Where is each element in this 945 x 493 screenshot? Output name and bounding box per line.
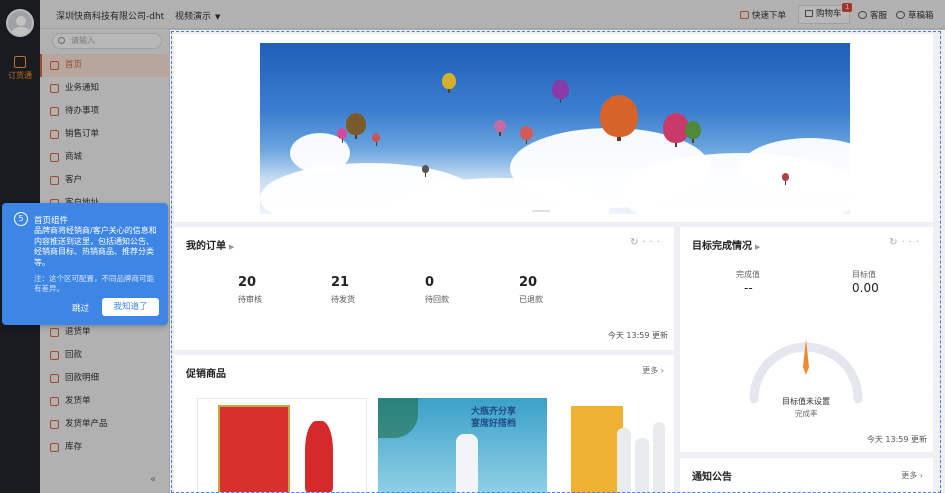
sidebar-item-label: 库存: [65, 442, 83, 452]
tooltip-title: 首页组件: [34, 216, 69, 226]
headset-icon: [858, 11, 867, 19]
sidebar-item[interactable]: 库存: [40, 436, 170, 459]
menu-icon: [50, 328, 59, 337]
search-input[interactable]: 请输入: [52, 33, 162, 49]
sidebar-item[interactable]: 发货单产品: [40, 413, 170, 436]
quick-order-icon: [740, 11, 749, 19]
search-icon: [58, 37, 65, 44]
sidebar-item-label: 发货单: [65, 396, 91, 406]
top-bar: 深圳快商科技有限公司-dht 视频演示 ▼ 快速下单 购物车 1 客服 草稿箱: [40, 0, 945, 29]
sidebar-item-label: 发货单产品: [65, 419, 108, 429]
menu-icon: [50, 420, 59, 429]
sidebar-item[interactable]: 业务通知: [40, 77, 170, 100]
menu-icon: [50, 84, 59, 93]
video-demo-dropdown[interactable]: 视频演示 ▼: [175, 9, 220, 22]
menu-icon: [50, 176, 59, 185]
sidebar-item[interactable]: 回款明细: [40, 367, 170, 390]
collapse-icon[interactable]: «: [150, 474, 156, 485]
menu-icon: [50, 351, 59, 360]
cart-icon: [805, 10, 813, 17]
sidebar-item[interactable]: 发货单: [40, 390, 170, 413]
app-icon: [14, 56, 26, 68]
app-dinghuotong[interactable]: 订货通: [0, 54, 40, 88]
sidebar-item-label: 退货单: [65, 327, 91, 337]
step-number: 5: [14, 212, 28, 226]
skip-button[interactable]: 跳过: [72, 302, 89, 314]
chevron-down-icon: ▼: [215, 13, 221, 21]
menu-icon: [50, 130, 59, 139]
menu-icon: [50, 443, 59, 452]
sidebar-item-label: 回款: [65, 350, 83, 360]
menu-icon: [50, 374, 59, 383]
menu-icon: [50, 107, 59, 116]
menu-icon: [50, 153, 59, 162]
sidebar-item[interactable]: 首页: [40, 54, 170, 77]
tooltip-body: 品牌商将经销商/客户关心的信息和内容推送到这里，包括通知公告、经销商目标、热销商…: [34, 226, 157, 267]
menu-icon: [50, 397, 59, 406]
draft-icon: [896, 11, 905, 19]
guide-tooltip: 5 首页组件 品牌商将经销商/客户关心的信息和内容推送到这里，包括通知公告、经销…: [2, 203, 168, 325]
menu-icon: [50, 61, 59, 70]
sidebar-item-label: 销售订单: [65, 129, 100, 139]
tooltip-note: 注：这个区可配置，不同品牌商可能有差异。: [34, 274, 154, 293]
quick-order-button[interactable]: 快速下单: [740, 9, 786, 21]
sidebar-item[interactable]: 销售订单: [40, 123, 170, 146]
highlight-frame: [171, 31, 941, 493]
sidebar-item-label: 业务通知: [65, 83, 100, 93]
got-it-button[interactable]: 我知道了: [102, 298, 159, 316]
service-button[interactable]: 客服: [858, 9, 887, 21]
sidebar-item-label: 待办事项: [65, 106, 100, 116]
draft-button[interactable]: 草稿箱: [896, 9, 934, 21]
sidebar-item-label: 回款明细: [65, 373, 100, 383]
cart-count-badge: 1: [842, 3, 853, 12]
sidebar-item[interactable]: 商城: [40, 146, 170, 169]
sidebar-item-label: 商城: [65, 152, 83, 162]
avatar[interactable]: [6, 9, 34, 37]
sidebar-item[interactable]: 待办事项: [40, 100, 170, 123]
sidebar-item[interactable]: 回款: [40, 344, 170, 367]
sidebar-item[interactable]: 客户: [40, 169, 170, 192]
app-label: 订货通: [8, 71, 32, 80]
sidebar-item-label: 客户: [65, 175, 83, 185]
company-name[interactable]: 深圳快商科技有限公司-dht: [56, 9, 164, 22]
sidebar-item-label: 首页: [65, 60, 83, 70]
